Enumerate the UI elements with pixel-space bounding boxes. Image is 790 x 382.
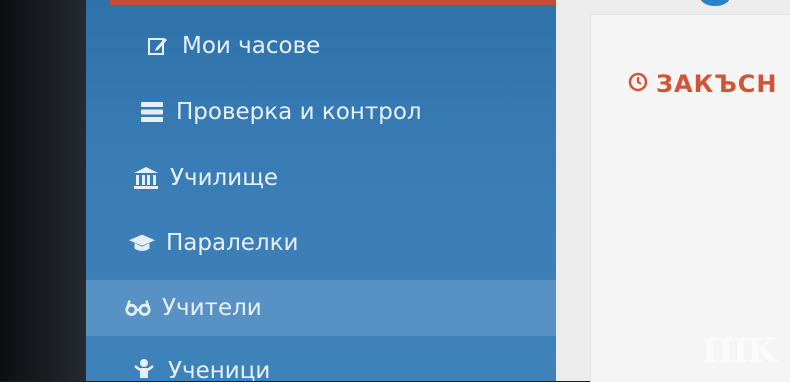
monitor-bezel bbox=[0, 0, 100, 381]
server-icon bbox=[138, 98, 166, 126]
graduation-cap-icon bbox=[128, 229, 156, 257]
sidebar-item-my-hours[interactable]: Мои часове bbox=[86, 18, 560, 74]
sidebar-item-check-control[interactable]: Проверка и контрол bbox=[86, 84, 560, 140]
sidebar-nav: Мои часове Проверка и контрол Училище Па… bbox=[86, 0, 560, 381]
sidebar-item-classes[interactable]: Паралелки bbox=[86, 215, 560, 271]
sidebar-item-label: Мои часове bbox=[182, 33, 321, 59]
clock-icon bbox=[628, 70, 648, 98]
institution-icon bbox=[132, 164, 160, 192]
sidebar-item-label: Училище bbox=[170, 165, 279, 191]
sidebar-item-teachers[interactable]: Учители bbox=[86, 280, 560, 336]
header-accent-strip bbox=[110, 0, 560, 5]
edit-icon bbox=[144, 32, 172, 60]
sidebar-item-label: Ученици bbox=[168, 358, 271, 381]
glasses-icon bbox=[124, 294, 152, 322]
panel-title: ЗАКЪСН bbox=[628, 66, 778, 102]
sidebar-item-school[interactable]: Училище bbox=[86, 150, 560, 206]
sidebar-item-students[interactable]: Ученици bbox=[86, 343, 560, 381]
panel-title-text: ЗАКЪСН bbox=[656, 70, 778, 98]
sidebar-item-label: Учители bbox=[162, 295, 262, 321]
child-icon bbox=[130, 357, 158, 381]
watermark-logo: ПIK bbox=[701, 331, 777, 371]
sidebar-item-label: Паралелки bbox=[166, 230, 299, 256]
sidebar-item-label: Проверка и контрол bbox=[176, 99, 422, 125]
